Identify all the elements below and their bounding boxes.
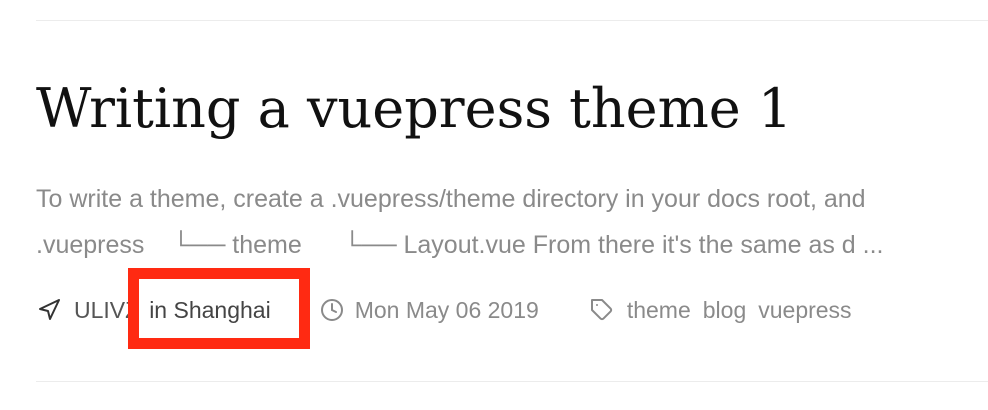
bottom-divider [36, 381, 988, 382]
tag-icon [589, 297, 615, 323]
post-excerpt: To write a theme, create a .vuepress/the… [36, 176, 988, 268]
excerpt-line-2: .vuepress └── theme └── Layout.vue From … [36, 231, 884, 259]
post-title[interactable]: Writing a vuepress theme 1 [36, 72, 792, 146]
tag-link[interactable]: vuepress [758, 297, 851, 324]
post-date-text: Mon May 06 2019 [354, 296, 539, 323]
tag-link[interactable]: theme [627, 297, 691, 324]
tag-link[interactable]: blog [703, 297, 746, 324]
post-date: Mon May 06 2019 [319, 297, 539, 324]
location-highlight-box [128, 268, 310, 349]
navigation-arrow-icon [36, 297, 62, 323]
post-tags: theme blog vuepress [589, 297, 852, 324]
top-divider [36, 20, 988, 21]
clock-icon [319, 297, 345, 323]
excerpt-line-1: To write a theme, create a .vuepress/the… [36, 185, 866, 213]
